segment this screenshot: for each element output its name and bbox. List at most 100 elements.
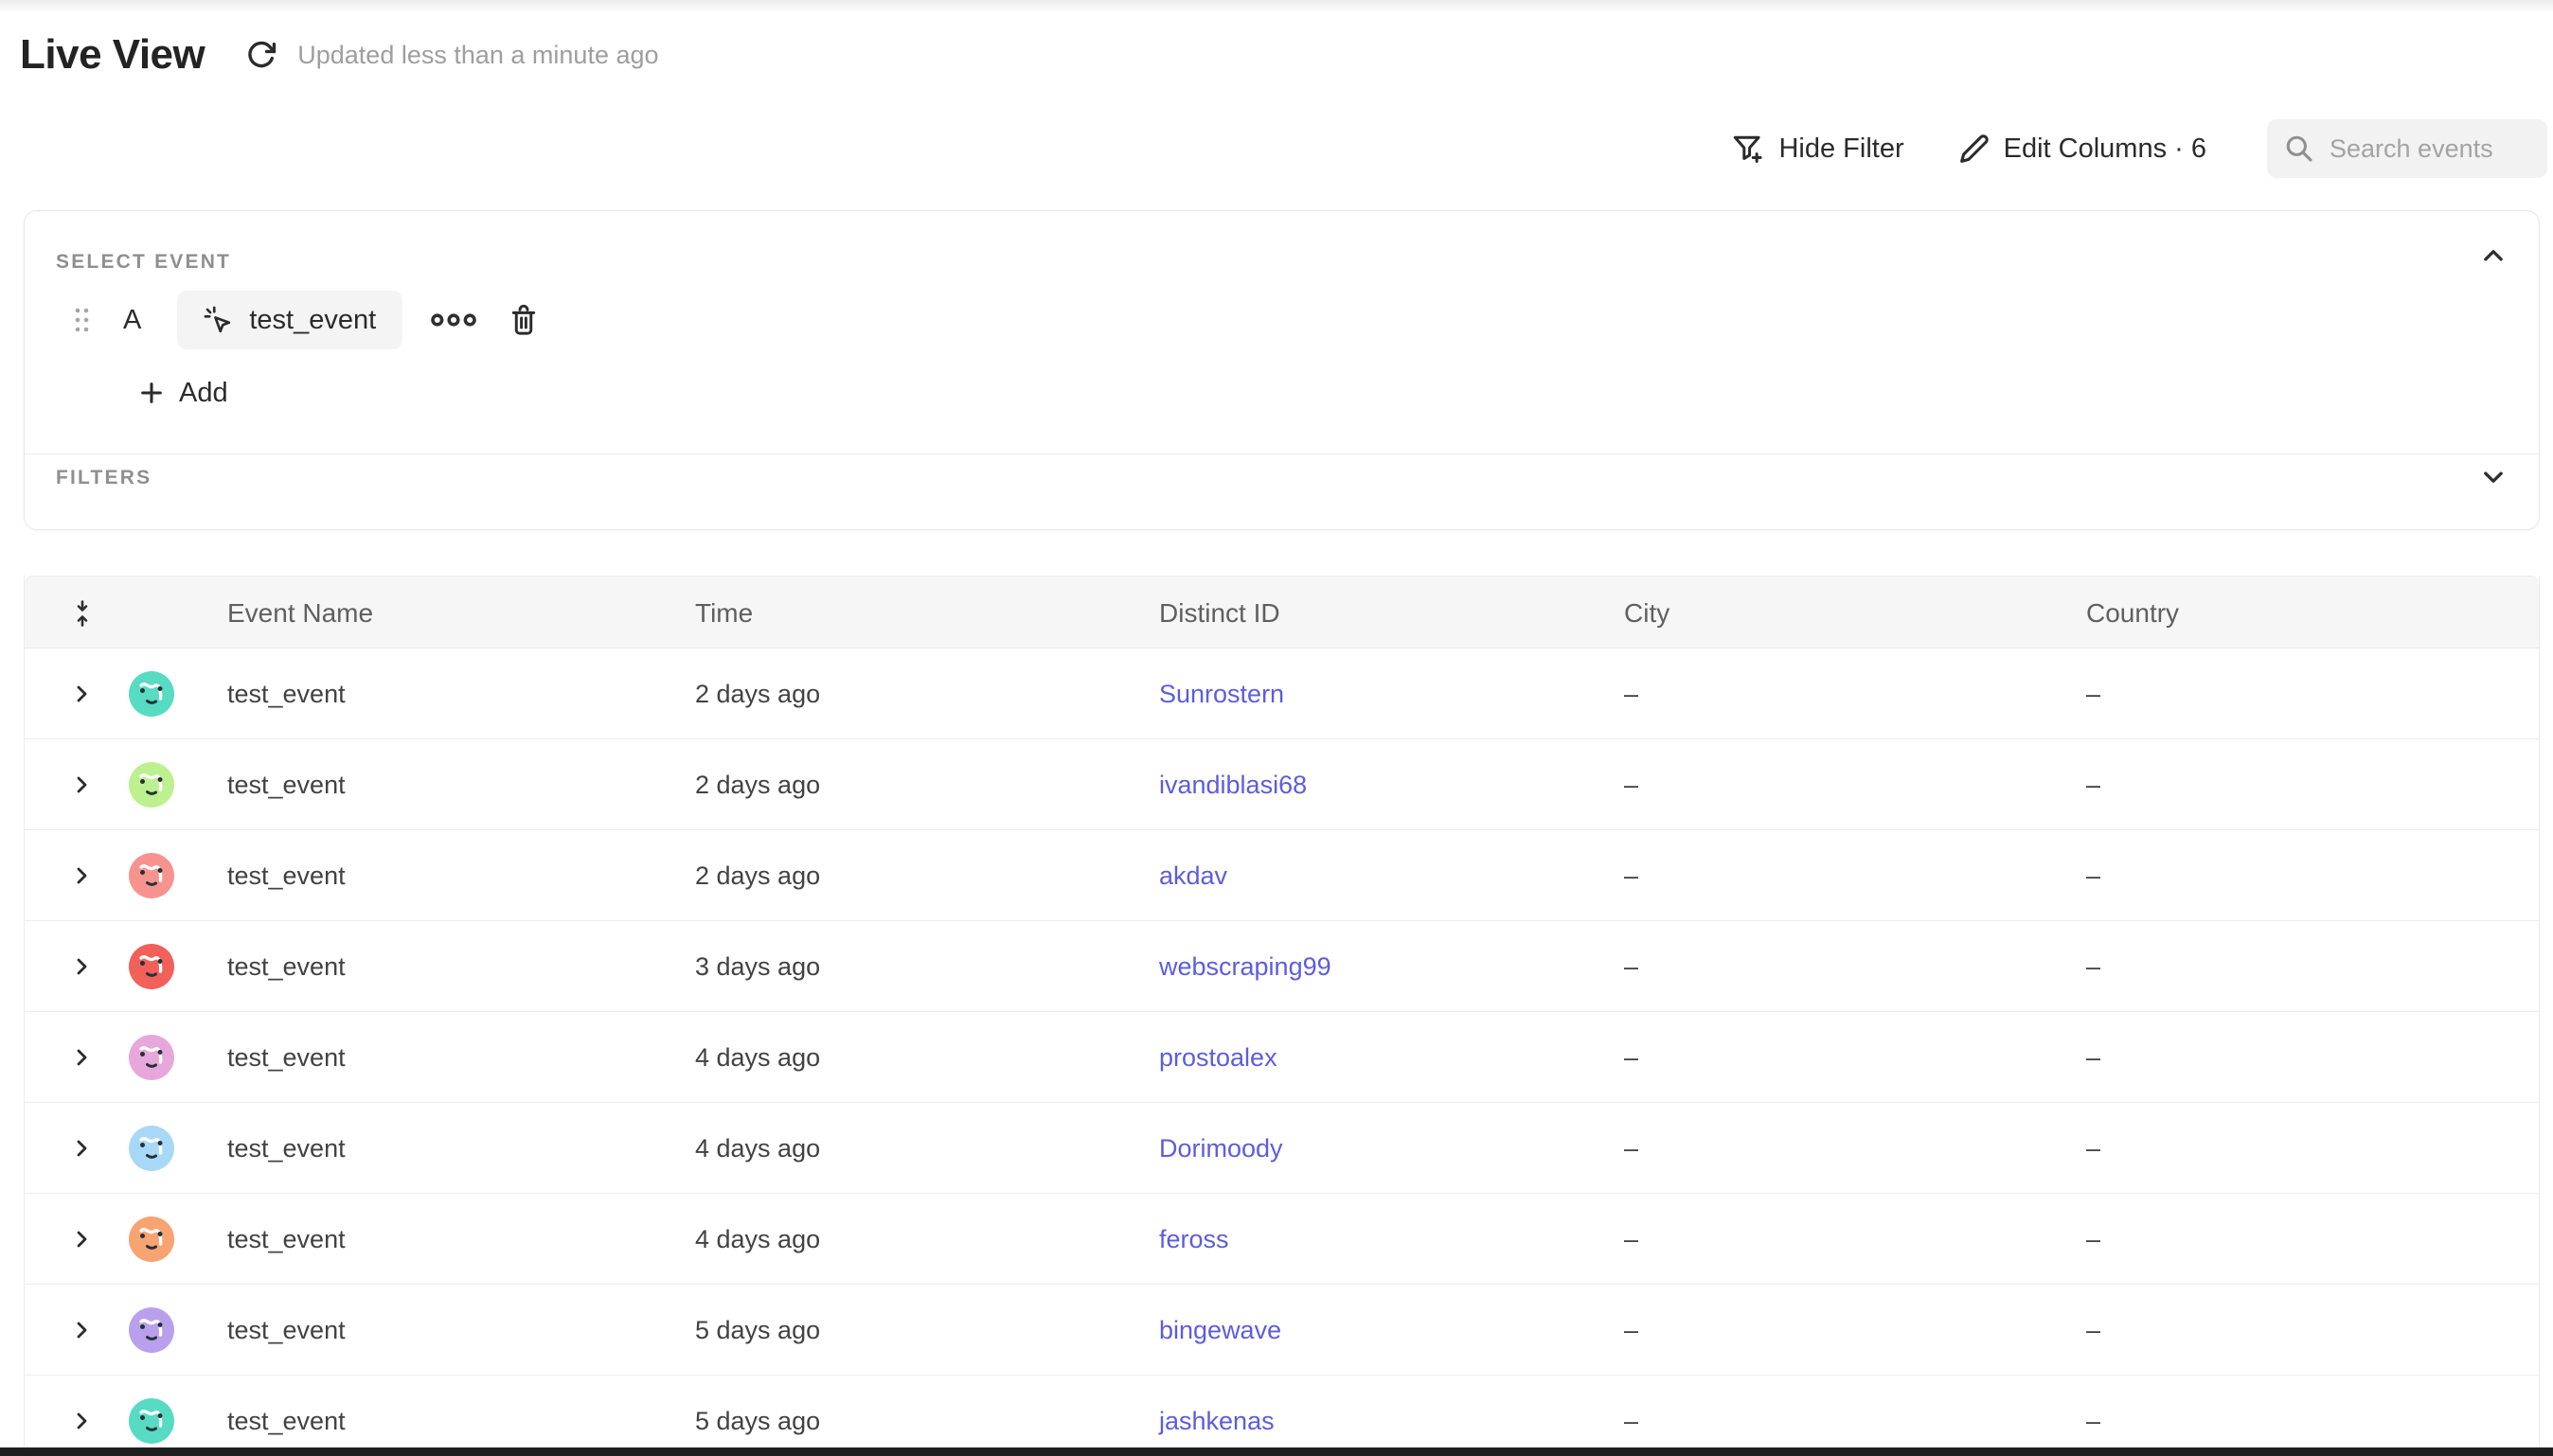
- time-cell: 4 days ago: [695, 1194, 820, 1285]
- table-row: test_event 5 days ago bingewave – –: [25, 1285, 2539, 1376]
- table-header-row: Event Name Time Distinct ID City Country: [25, 576, 2539, 648]
- distinct-id-link[interactable]: prostoalex: [1159, 1012, 1277, 1103]
- time-cell: 5 days ago: [695, 1376, 820, 1456]
- select-event-label: SELECT EVENT: [56, 251, 231, 274]
- user-avatar[interactable]: [129, 1216, 174, 1262]
- expand-row-button[interactable]: [62, 1012, 100, 1103]
- trash-icon: [509, 304, 539, 336]
- user-avatar[interactable]: [129, 1126, 174, 1171]
- country-cell: –: [2086, 830, 2100, 921]
- user-avatar[interactable]: [129, 853, 174, 898]
- distinct-id-link[interactable]: akdav: [1159, 830, 1227, 921]
- expand-row-button[interactable]: [62, 1103, 100, 1194]
- hide-filter-label: Hide Filter: [1778, 133, 1903, 165]
- more-options-icon: [431, 309, 476, 331]
- chevron-down-icon: [2480, 463, 2507, 489]
- expand-row-button[interactable]: [62, 739, 100, 830]
- expand-row-button[interactable]: [62, 648, 100, 739]
- cursor-click-icon: [204, 306, 232, 334]
- add-event-button[interactable]: Add: [138, 368, 228, 417]
- expand-row-button[interactable]: [62, 921, 100, 1012]
- expand-row-button[interactable]: [62, 1194, 100, 1285]
- grip-dots-icon: [74, 307, 90, 333]
- country-cell: –: [2086, 1103, 2100, 1194]
- chevron-right-icon: [70, 1137, 93, 1160]
- time-cell: 4 days ago: [695, 1103, 820, 1194]
- section-divider: [25, 453, 2539, 454]
- distinct-id-link[interactable]: jashkenas: [1159, 1376, 1275, 1456]
- event-selector-button[interactable]: test_event: [177, 291, 402, 349]
- chevron-right-icon: [70, 773, 93, 796]
- user-avatar[interactable]: [129, 1398, 174, 1444]
- column-header-distinct-id[interactable]: Distinct ID: [1159, 577, 1280, 649]
- drag-handle[interactable]: [74, 306, 93, 334]
- edit-columns-label: Edit Columns · 6: [2004, 133, 2206, 165]
- refresh-button[interactable]: [242, 36, 280, 74]
- column-header-time[interactable]: Time: [695, 577, 753, 649]
- time-cell: 4 days ago: [695, 1012, 820, 1103]
- city-cell: –: [1624, 1103, 1638, 1194]
- country-cell: –: [2086, 921, 2100, 1012]
- city-cell: –: [1624, 1194, 1638, 1285]
- event-name-cell: test_event: [227, 1194, 346, 1285]
- chevron-right-icon: [70, 1319, 93, 1341]
- event-name-cell: test_event: [227, 921, 346, 1012]
- city-cell: –: [1624, 830, 1638, 921]
- user-avatar[interactable]: [129, 1307, 174, 1353]
- chevron-right-icon: [70, 1046, 93, 1069]
- distinct-id-link[interactable]: bingewave: [1159, 1285, 1281, 1376]
- column-header-city[interactable]: City: [1624, 577, 1669, 649]
- plus-icon: [138, 380, 165, 406]
- expand-row-button[interactable]: [62, 830, 100, 921]
- bottom-edge-bar: [0, 1447, 2553, 1456]
- query-builder-card: SELECT EVENT A test_event: [24, 210, 2540, 530]
- table-row: test_event 4 days ago prostoalex – –: [25, 1012, 2539, 1103]
- distinct-id-link[interactable]: webscraping99: [1159, 921, 1331, 1012]
- filters-label: FILTERS: [56, 467, 152, 489]
- add-label: Add: [179, 378, 228, 409]
- collapse-select-event-button[interactable]: [2476, 240, 2510, 274]
- user-avatar[interactable]: [129, 944, 174, 989]
- user-avatar[interactable]: [129, 671, 174, 717]
- column-header-country[interactable]: Country: [2086, 577, 2179, 649]
- user-avatar[interactable]: [129, 762, 174, 808]
- top-edge-fade: [0, 0, 2553, 15]
- expand-row-button[interactable]: [62, 1285, 100, 1376]
- table-row: test_event 3 days ago webscraping99 – –: [25, 921, 2539, 1012]
- search-box[interactable]: [2267, 119, 2547, 178]
- expand-filters-button[interactable]: [2476, 459, 2510, 493]
- event-more-options-button[interactable]: [431, 309, 476, 331]
- refresh-icon: [245, 39, 277, 71]
- city-cell: –: [1624, 1285, 1638, 1376]
- country-cell: –: [2086, 1285, 2100, 1376]
- event-name-cell: test_event: [227, 830, 346, 921]
- time-cell: 2 days ago: [695, 739, 820, 830]
- event-name-label: test_event: [249, 305, 376, 336]
- distinct-id-link[interactable]: Dorimoody: [1159, 1103, 1283, 1194]
- collapse-rows-button[interactable]: [61, 577, 104, 649]
- event-name-cell: test_event: [227, 1285, 346, 1376]
- distinct-id-link[interactable]: Sunrostern: [1159, 648, 1284, 739]
- distinct-id-link[interactable]: ivandiblasi68: [1159, 739, 1307, 830]
- page-title: Live View: [20, 31, 205, 79]
- column-header-event-name[interactable]: Event Name: [227, 577, 373, 649]
- expand-row-button[interactable]: [62, 1376, 100, 1456]
- search-icon: [2284, 133, 2314, 164]
- chevron-up-icon: [2480, 243, 2507, 270]
- event-name-cell: test_event: [227, 1103, 346, 1194]
- edit-columns-button[interactable]: Edit Columns · 6: [1959, 133, 2206, 165]
- page-header: Live View Updated less than a minute ago: [20, 25, 659, 85]
- toolbar: Hide Filter Edit Columns · 6: [1732, 117, 2547, 180]
- city-cell: –: [1624, 921, 1638, 1012]
- search-input[interactable]: [2330, 134, 2519, 164]
- user-avatar[interactable]: [129, 1035, 174, 1080]
- hide-filter-button[interactable]: Hide Filter: [1732, 133, 1903, 165]
- chevron-right-icon: [70, 1410, 93, 1432]
- event-row: A test_event: [74, 291, 539, 349]
- chevron-right-icon: [70, 955, 93, 978]
- event-series-letter: A: [123, 305, 141, 336]
- distinct-id-link[interactable]: feross: [1159, 1194, 1229, 1285]
- collapse-vertical-icon: [70, 599, 95, 628]
- event-name-cell: test_event: [227, 648, 346, 739]
- delete-event-button[interactable]: [509, 304, 539, 336]
